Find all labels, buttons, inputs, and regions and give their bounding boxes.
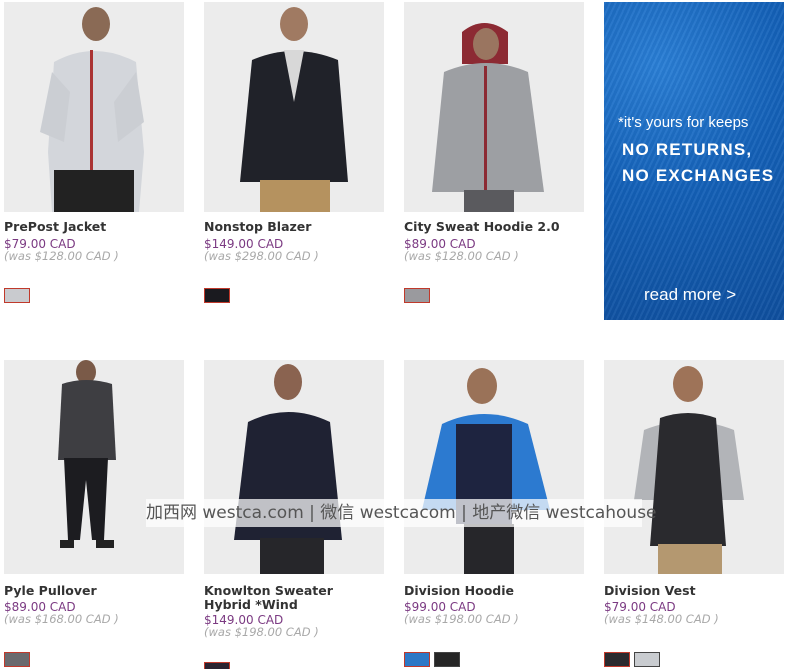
- original-price: (was $128.00 CAD ): [404, 249, 519, 263]
- promo-banner[interactable]: *it's yours for keeps NO RETURNS, NO EXC…: [604, 2, 784, 320]
- product-name[interactable]: Pyle Pullover: [4, 584, 189, 598]
- original-price: (was $128.00 CAD ): [4, 249, 119, 263]
- promo-headline-2: NO EXCHANGES: [622, 166, 775, 185]
- original-price: (was $148.00 CAD ): [604, 612, 719, 626]
- color-swatches: [4, 652, 30, 667]
- color-swatch[interactable]: [634, 652, 660, 667]
- color-swatch[interactable]: [404, 652, 430, 667]
- product-name[interactable]: Knowlton Sweater Hybrid *Wind: [204, 584, 384, 612]
- product-image[interactable]: [604, 360, 784, 574]
- color-swatches: [4, 288, 30, 303]
- color-swatch[interactable]: [204, 662, 230, 669]
- color-swatches: [204, 288, 230, 303]
- color-swatch[interactable]: [204, 288, 230, 303]
- color-swatch[interactable]: [404, 288, 430, 303]
- color-swatches: [404, 652, 460, 667]
- original-price: (was $168.00 CAD ): [4, 612, 119, 626]
- product-image[interactable]: [404, 2, 584, 212]
- promo-tagline: *it's yours for keeps: [618, 114, 749, 131]
- product-image[interactable]: [4, 2, 184, 212]
- product-image[interactable]: [4, 360, 184, 574]
- product-photo-city-sweat-hoodie: [404, 2, 584, 212]
- product-image[interactable]: [204, 2, 384, 212]
- color-swatch[interactable]: [434, 652, 460, 667]
- original-price: (was $298.00 CAD ): [204, 249, 319, 263]
- product-name[interactable]: Division Vest: [604, 584, 786, 598]
- product-name[interactable]: Nonstop Blazer: [204, 220, 389, 234]
- original-price: (was $198.00 CAD ): [204, 625, 319, 639]
- product-photo-division-hoodie: [404, 360, 584, 574]
- color-swatches: [604, 652, 660, 667]
- color-swatches: [204, 662, 230, 669]
- product-name[interactable]: Division Hoodie: [404, 584, 589, 598]
- watermark-text: 加西网 westca.com | 微信 westcacom | 地产微信 wes…: [146, 499, 657, 527]
- product-image[interactable]: [204, 360, 384, 574]
- original-price: (was $198.00 CAD ): [404, 612, 519, 626]
- product-photo-nonstop-blazer: [204, 2, 384, 212]
- product-photo-division-vest: [604, 360, 784, 574]
- banner-texture: [604, 2, 784, 320]
- promo-headline-1: NO RETURNS,: [622, 140, 753, 159]
- product-image[interactable]: [404, 360, 584, 574]
- color-swatch[interactable]: [604, 652, 630, 667]
- color-swatch[interactable]: [4, 652, 30, 667]
- product-name[interactable]: PrePost Jacket: [4, 220, 189, 234]
- color-swatch[interactable]: [4, 288, 30, 303]
- product-photo-prepost-jacket: [4, 2, 184, 212]
- product-photo-pyle-pullover: [4, 360, 184, 574]
- color-swatches: [404, 288, 430, 303]
- product-photo-knowlton-sweater: [204, 360, 384, 574]
- product-name[interactable]: City Sweat Hoodie 2.0: [404, 220, 589, 234]
- read-more-link[interactable]: read more >: [644, 285, 736, 305]
